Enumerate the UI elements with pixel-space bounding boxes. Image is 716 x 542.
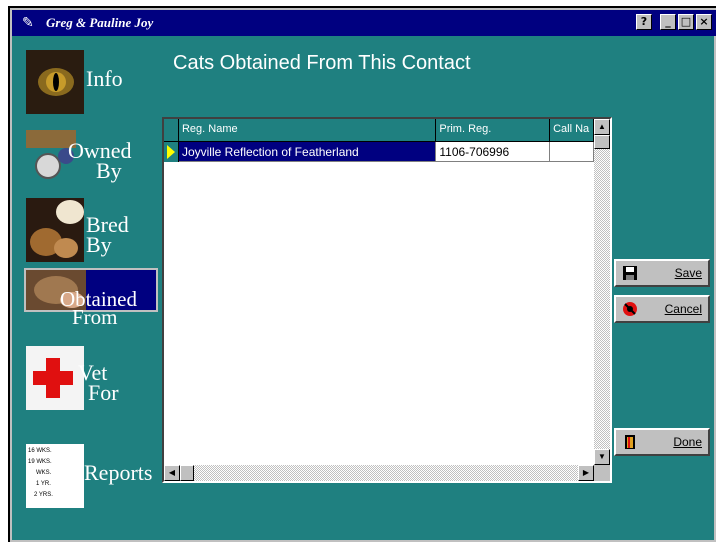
window-title: Greg & Pauline Joy [46, 15, 154, 30]
floppy-disk-icon [623, 266, 637, 280]
title-bar[interactable]: ✎ Greg & Pauline Joy ? _ □ × [12, 10, 716, 36]
save-label: Save [674, 266, 702, 280]
page-title: Cats Obtained From This Contact [173, 52, 471, 74]
cancel-icon [623, 302, 637, 316]
current-row-arrow-icon [167, 145, 175, 159]
minimize-button[interactable]: _ [660, 14, 676, 30]
nav-label-by: By [96, 158, 122, 183]
nav-label-bred-by: By [86, 232, 112, 257]
nav-item-vet-for[interactable]: Vet For [26, 346, 158, 414]
maximize-button[interactable]: □ [678, 14, 694, 30]
cats-grid[interactable]: Reg. Name Prim. Reg. Call Na Joyville Re… [162, 117, 612, 483]
red-cross-icon [26, 346, 84, 410]
header-corner [164, 119, 179, 141]
nav-item-info[interactable]: Info [26, 50, 158, 118]
col-header-call-name[interactable]: Call Na [550, 119, 594, 141]
horizontal-scrollbar[interactable]: ◀ ▶ [164, 465, 594, 481]
report-sheet-icon: 16 WKS. 19 WKS. WKS. 1 YR. 2 YRS. [26, 444, 84, 508]
scroll-down-icon[interactable]: ▼ [594, 449, 610, 465]
close-button[interactable]: × [696, 14, 712, 30]
done-button[interactable]: Done [614, 428, 710, 456]
nav-label-reports: Reports [84, 460, 153, 485]
nav-label-info: Info [86, 66, 123, 91]
row-selector[interactable] [164, 142, 179, 162]
done-label: Done [673, 435, 702, 449]
help-button[interactable]: ? [636, 14, 652, 30]
cell-call-name[interactable] [550, 142, 594, 162]
nav-label-for: For [88, 380, 119, 405]
vertical-scrollbar[interactable]: ▲ ▼ [594, 119, 610, 465]
scroll-up-icon[interactable]: ▲ [594, 119, 610, 135]
table-row[interactable]: Joyville Reflection of Featherland 1106-… [164, 142, 594, 162]
nav-item-owned-by[interactable]: Owned By [26, 124, 158, 192]
col-header-reg-name[interactable]: Reg. Name [179, 119, 437, 141]
scrollbar-corner [594, 465, 610, 481]
scroll-left-icon[interactable]: ◀ [164, 465, 180, 481]
cancel-label: Cancel [664, 302, 702, 316]
nav-item-bred-by[interactable]: Bred By [26, 198, 158, 266]
door-exit-icon [625, 435, 635, 449]
save-button[interactable]: Save [614, 259, 710, 287]
kittens-icon [26, 198, 84, 262]
col-header-prim-reg[interactable]: Prim. Reg. [436, 119, 551, 141]
nav-item-reports[interactable]: 16 WKS. 19 WKS. WKS. 1 YR. 2 YRS. Report… [26, 444, 158, 512]
horizontal-scroll-thumb[interactable] [180, 465, 194, 481]
cat-eye-icon [26, 50, 84, 114]
vertical-scroll-thumb[interactable] [594, 135, 610, 149]
cell-prim-reg[interactable]: 1106-706996 [436, 142, 551, 162]
nav-label-from: From [72, 305, 118, 329]
cancel-button[interactable]: Cancel [614, 295, 710, 323]
nav-item-obtained-from[interactable]: Obtained From [24, 268, 158, 328]
cell-reg-name[interactable]: Joyville Reflection of Featherland [178, 142, 437, 162]
grid-header: Reg. Name Prim. Reg. Call Na [164, 119, 594, 142]
app-icon: ✎ [22, 14, 34, 30]
scroll-right-icon[interactable]: ▶ [578, 465, 594, 481]
